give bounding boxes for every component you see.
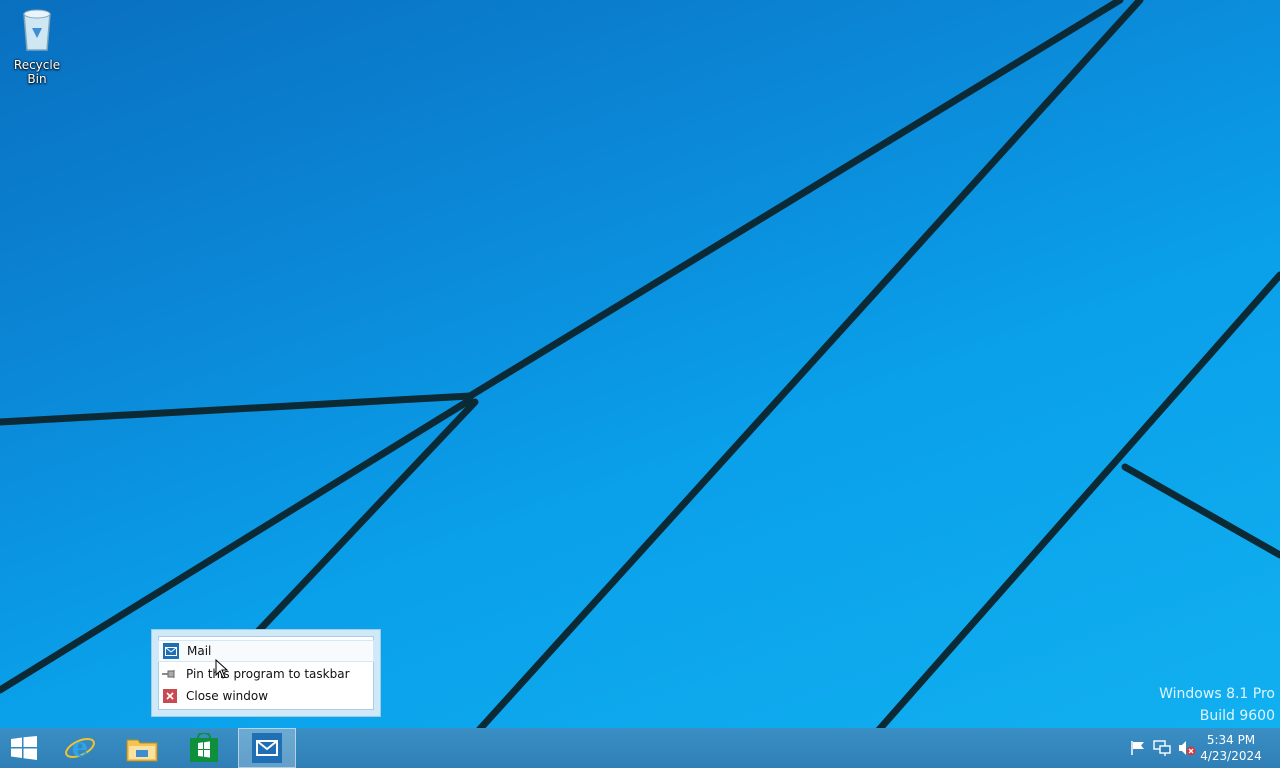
tray-action-center[interactable]: [1127, 728, 1149, 768]
windows-logo-icon: [11, 736, 37, 760]
taskbar-clock[interactable]: 5:34 PM 4/23/2024: [1196, 732, 1266, 764]
folder-icon: [126, 739, 158, 762]
watermark-build: Build 9600: [1199, 708, 1275, 724]
desktop: Recycle Bin Windows 8.1 Pro Build 9600: [0, 0, 1280, 728]
mail-icon: [252, 733, 282, 763]
tray-volume[interactable]: [1176, 728, 1198, 768]
jump-item-close-label: Close window: [186, 689, 269, 703]
jump-item-pin-label: Pin this program to taskbar: [186, 667, 350, 681]
start-button[interactable]: [0, 728, 48, 768]
windows-watermark: Windows 8.1 Pro Build 9600: [1159, 683, 1275, 727]
jump-item-mail-label: Mail: [187, 644, 212, 658]
flag-icon: [1131, 741, 1144, 755]
pin-icon: [162, 666, 178, 682]
clock-time: 5:34 PM: [1206, 733, 1256, 747]
recycle-bin-icon: [23, 9, 51, 51]
taskbar-file-explorer[interactable]: [114, 728, 170, 768]
jump-list: Mail Pin this program to taskbar Close w…: [151, 629, 381, 717]
svg-text:e: e: [72, 733, 89, 763]
speaker-muted-icon: [1179, 741, 1196, 756]
jump-item-mail[interactable]: Mail: [158, 640, 374, 662]
internet-explorer-icon: e: [65, 733, 95, 763]
clock-date: 4/23/2024: [1200, 749, 1262, 763]
taskbar-store[interactable]: [176, 728, 232, 768]
taskbar: e 5:34 PM 4/23/2024: [0, 728, 1280, 768]
taskbar-internet-explorer[interactable]: e: [52, 728, 108, 768]
store-icon: [190, 733, 218, 762]
mail-icon: [163, 643, 179, 659]
network-icon: [1153, 740, 1171, 756]
taskbar-mail[interactable]: [238, 728, 296, 768]
watermark-edition: Windows 8.1 Pro: [1159, 686, 1275, 702]
jump-item-close[interactable]: Close window: [158, 686, 374, 706]
tray-network[interactable]: [1151, 728, 1173, 768]
close-icon: [162, 688, 178, 704]
recycle-bin-shortcut[interactable]: Recycle Bin: [4, 6, 70, 86]
wallpaper: [0, 0, 1280, 728]
mouse-pointer-icon: [215, 659, 229, 679]
jump-item-pin[interactable]: Pin this program to taskbar: [158, 664, 374, 684]
recycle-bin-label: Recycle Bin: [13, 58, 61, 86]
